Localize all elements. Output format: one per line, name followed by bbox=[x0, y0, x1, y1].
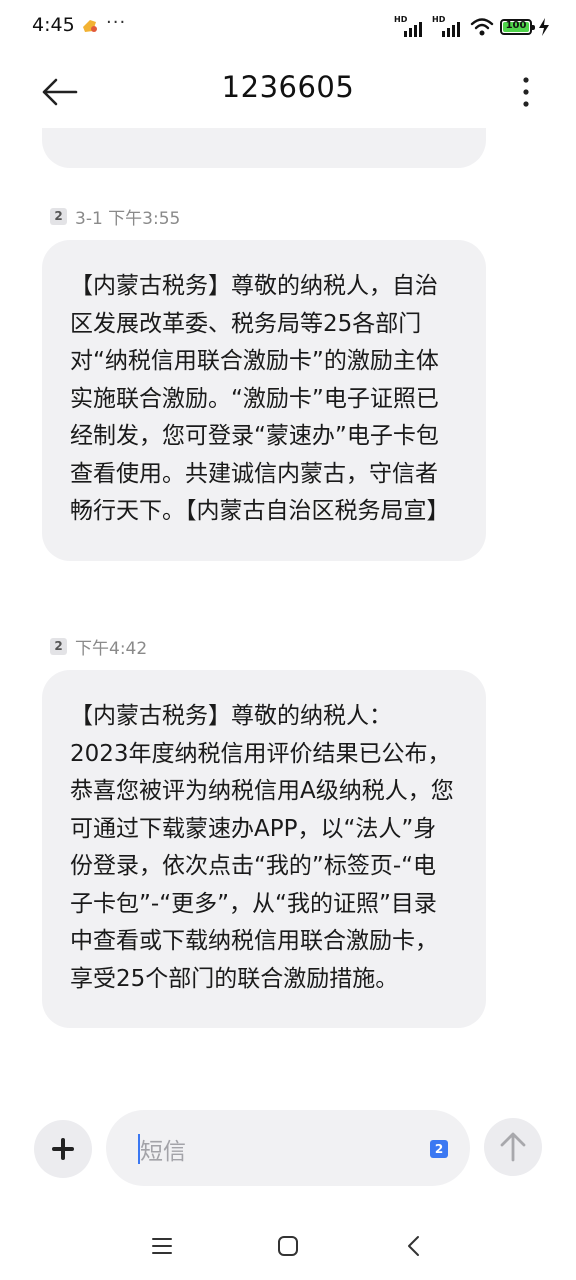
more-vertical-icon bbox=[523, 77, 529, 107]
timestamp-text: 下午4:42 bbox=[75, 639, 148, 659]
app-notification-icon bbox=[83, 20, 97, 32]
status-bar: 4:45 ··· HD HD 100 bbox=[0, 0, 576, 56]
charging-icon bbox=[539, 18, 549, 36]
message-list[interactable]: 2 3-1 下午3:55 【内蒙古税务】尊敬的纳税人，自治区发展改革委、税务局等… bbox=[0, 128, 576, 1088]
message-timestamp: 2 3-1 下午3:55 bbox=[50, 204, 180, 229]
status-overflow: ··· bbox=[106, 12, 127, 33]
send-button[interactable] bbox=[484, 1118, 542, 1176]
system-nav-bar bbox=[0, 1216, 576, 1280]
home-square-icon[interactable] bbox=[276, 1234, 300, 1258]
add-attachment-button[interactable] bbox=[34, 1120, 92, 1178]
wifi-icon bbox=[470, 18, 494, 36]
timestamp-text: 3-1 下午3:55 bbox=[75, 209, 181, 229]
back-chevron-icon[interactable] bbox=[402, 1234, 426, 1258]
hd-signal-icon: HD bbox=[432, 15, 464, 37]
message-text: 【内蒙古税务】尊敬的纳税人： 2023年度纳税信用评价结果已公布，恭喜您被评为纳… bbox=[70, 703, 454, 992]
status-icons: HD HD 100 bbox=[394, 15, 550, 38]
hd-signal-icon: HD bbox=[394, 15, 426, 37]
message-input-placeholder: 短信 bbox=[140, 1139, 186, 1165]
sim-select-button[interactable]: 2 bbox=[430, 1140, 448, 1158]
more-options-button[interactable] bbox=[516, 72, 536, 112]
conversation-title: 1236605 bbox=[221, 70, 355, 104]
message-text: 【内蒙古税务】尊敬的纳税人，自治区发展改革委、税务局等25各部门对“纳税信用联合… bbox=[70, 273, 450, 524]
sim-2-icon: 2 bbox=[50, 208, 67, 225]
sim-2-icon: 2 bbox=[50, 638, 67, 655]
arrow-up-icon bbox=[500, 1132, 526, 1162]
message-bubble-previous[interactable] bbox=[42, 128, 486, 168]
status-time: 4:45 bbox=[32, 14, 75, 36]
battery-icon: 100 bbox=[500, 19, 535, 35]
message-bubble[interactable]: 【内蒙古税务】尊敬的纳税人，自治区发展改革委、税务局等25各部门对“纳税信用联合… bbox=[42, 240, 486, 561]
conversation-header: 1236605 bbox=[0, 56, 576, 126]
message-bubble[interactable]: 【内蒙古税务】尊敬的纳税人： 2023年度纳税信用评价结果已公布，恭喜您被评为纳… bbox=[42, 670, 486, 1028]
message-timestamp: 2 下午4:42 bbox=[50, 634, 147, 659]
menu-icon[interactable] bbox=[150, 1234, 174, 1258]
